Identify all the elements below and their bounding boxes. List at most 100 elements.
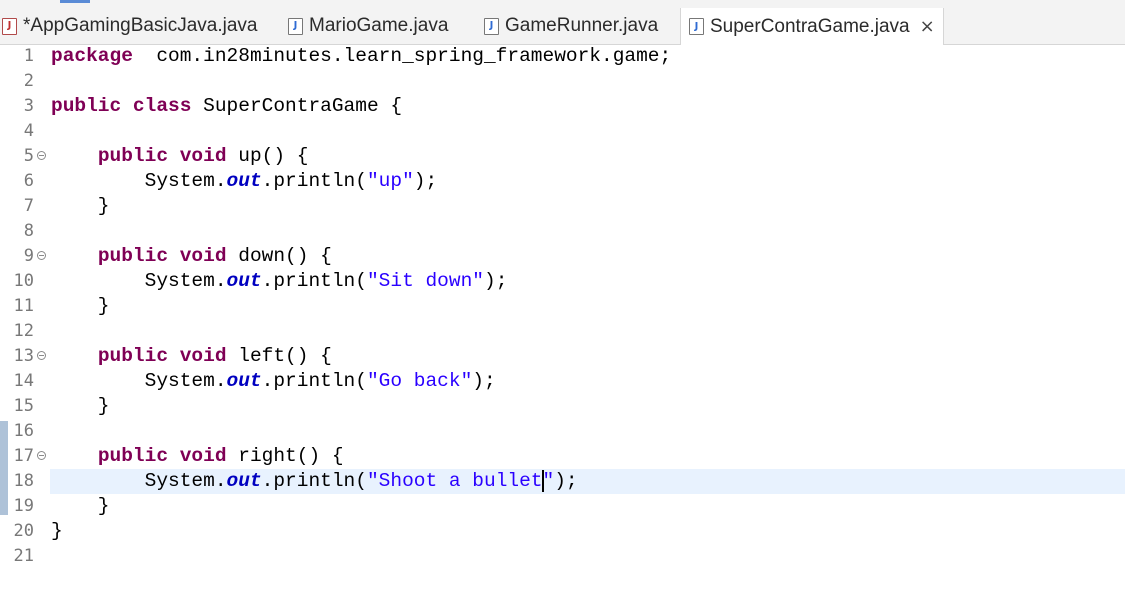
code-text: } [51,519,63,544]
keyword-token: void [179,445,227,467]
code-token: } [51,195,110,217]
code-text: } [51,294,110,319]
tab-label: *AppGamingBasicJava.java [23,15,258,36]
code-token: ); [413,170,438,192]
window-top-strip [0,0,1125,8]
java-file-icon: J [484,17,499,35]
code-token: ); [484,270,508,292]
code-token: left() { [226,345,332,367]
code-line[interactable]: 20} [0,519,1125,544]
editor-tab-bar: J *AppGamingBasicJava.java J MarioGame.j… [0,8,1125,45]
code-token: .println( [261,470,367,492]
code-line[interactable]: 8 [0,219,1125,244]
field-token: out [226,270,262,292]
code-line[interactable]: 14 System.out.println("Go back"); [0,369,1125,394]
code-text: } [51,494,110,519]
code-token: ); [554,470,578,492]
code-text: public class SuperContraGame { [51,94,402,119]
tab-app-gaming-basic-java[interactable]: J *AppGamingBasicJava.java [2,8,257,44]
code-line[interactable]: 10 System.out.println("Sit down"); [0,269,1125,294]
line-number: 4 [23,121,34,141]
keyword-token: public [97,145,169,167]
code-token: } [51,295,110,317]
code-token: System. [51,170,227,192]
fold-collapse-icon[interactable] [37,451,46,460]
java-file-icon: J [689,18,704,35]
tab-label: GameRunner.java [505,15,659,36]
line-number: 7 [23,196,34,216]
code-token: System. [51,370,227,392]
code-token: ); [472,370,496,392]
string-token: "Shoot a bullet [366,470,543,492]
line-number: 15 [13,396,34,416]
code-line[interactable]: 19 } [0,494,1125,519]
change-ruler-marker [0,421,8,515]
code-line[interactable]: 1 package com.in28minutes.learn_spring_fr… [0,44,1125,69]
code-line[interactable]: 12 [0,319,1125,344]
code-text: System.out.println("Sit down"); [51,269,508,294]
line-number: 11 [13,296,34,316]
java-file-icon: J [288,17,303,35]
line-number: 21 [13,546,34,566]
tab-super-contra-game[interactable]: J SuperContraGame.java × [680,8,944,45]
fold-collapse-icon[interactable] [37,251,46,260]
keyword-token: class [132,95,192,117]
code-line[interactable]: 16 [0,419,1125,444]
keyword-token: public [97,245,169,267]
active-view-accent [60,0,90,3]
line-number: 1 [23,46,34,66]
line-number: 10 [13,271,34,291]
code-token: } [51,495,110,517]
code-editor[interactable]: 1 package com.in28minutes.learn_spring_fr… [0,44,1125,600]
line-number: 20 [13,521,34,541]
code-line[interactable]: 11 } [0,294,1125,319]
code-text: public void up() { [51,144,309,169]
code-line[interactable]: 18 System.out.println("Shoot a bullet"); [0,469,1125,494]
code-token: } [51,520,63,542]
code-line[interactable]: 2 [0,69,1125,94]
string-token: " [542,470,555,492]
code-line[interactable]: 5 public void up() { [0,144,1125,169]
tab-game-runner[interactable]: J GameRunner.java [484,8,658,44]
keyword-token: public [97,445,169,467]
field-token: out [226,370,262,392]
code-text: System.out.println("Go back"); [51,369,496,394]
code-line[interactable]: 7 } [0,194,1125,219]
code-line[interactable]: 6 System.out.println("up"); [0,169,1125,194]
close-icon[interactable]: × [920,16,935,37]
code-line[interactable]: 13 public void left() { [0,344,1125,369]
code-line[interactable]: 3 public class SuperContraGame { [0,94,1125,119]
code-text: public void down() { [51,244,332,269]
line-number: 8 [23,221,34,241]
keyword-token: void [179,145,227,167]
code-text: } [51,394,110,419]
code-line[interactable]: 17 public void right() { [0,444,1125,469]
line-number: 3 [23,96,34,116]
code-token: } [51,395,110,417]
tab-label: SuperContraGame.java [710,15,910,37]
fold-collapse-icon[interactable] [37,351,46,360]
tab-label: MarioGame.java [309,15,449,36]
keyword-token: void [179,345,227,367]
keyword-token: package [51,45,133,67]
code-line[interactable]: 9 public void down() { [0,244,1125,269]
keyword-token: public [97,345,169,367]
fold-collapse-icon[interactable] [37,151,46,160]
code-token: .println( [261,270,367,292]
code-line[interactable]: 21 [0,544,1125,569]
keyword-token: public [51,95,122,117]
code-line[interactable]: 4 [0,119,1125,144]
code-token: right() { [226,445,344,467]
code-token: .println( [261,170,367,192]
line-number: 6 [23,171,34,191]
code-line[interactable]: 15 } [0,394,1125,419]
tab-mario-game[interactable]: J MarioGame.java [288,8,448,44]
line-number: 12 [13,321,34,341]
code-text: System.out.println("up"); [51,169,438,194]
code-text: public void left() { [51,344,332,369]
